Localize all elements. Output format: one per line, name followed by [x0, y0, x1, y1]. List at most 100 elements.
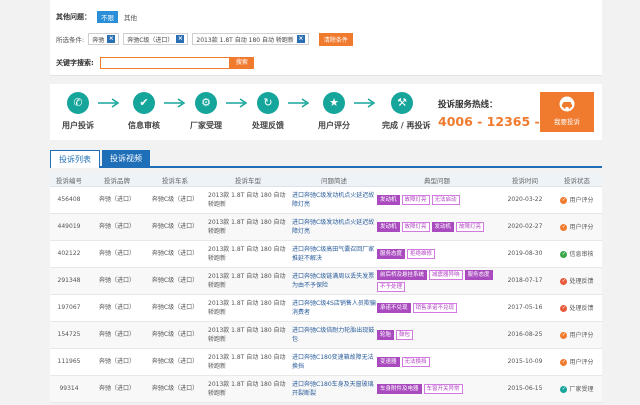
brand-cell: 奔驰（进口）: [88, 186, 146, 214]
complaint-id: 99314: [50, 375, 88, 403]
arrow-icon: [226, 98, 248, 108]
model-cell: 2013款 1.8T 自动 180 自动 轿跑新: [204, 348, 292, 376]
table-header-row: 投诉编号 投诉品牌 投诉车系 投诉车型 问题简述 典型问题 投诉时间 投诉状态: [50, 174, 602, 187]
step-manufacturer-accept: ⚙ 厂家受理: [186, 92, 226, 131]
typical-problems-cell: 变速器 无法换挡: [376, 348, 498, 376]
col-header: 投诉编号: [50, 174, 88, 187]
brand-cell: 奔驰（进口）: [88, 213, 146, 241]
option-unlimited[interactable]: 不限: [97, 11, 118, 23]
status-badge: ✓ 用户评分: [560, 196, 594, 205]
step-info-review: ✔ 信息审核: [124, 92, 164, 131]
remove-chip-icon[interactable]: ×: [176, 35, 185, 43]
complaint-table-wrapper: 投诉编号 投诉品牌 投诉车系 投诉车型 问题简述 典型问题 投诉时间 投诉状态 …: [50, 174, 602, 403]
status-icon: ✓: [560, 196, 568, 204]
typical-problems-cell: 发动机 故障灯亮 无法启动: [376, 186, 498, 214]
table-row[interactable]: 402122 奔驰（进口） 奔驰C级（进口） 2013款 1.8T 自动 180 自动…: [50, 240, 602, 268]
problem-tag: 减震器异响: [429, 269, 463, 280]
col-header: 投诉车系: [146, 174, 204, 187]
complaint-id: 197067: [50, 294, 88, 322]
complaint-date: 2019-08-30: [498, 240, 552, 268]
model-cell: 2013款 1.8T 自动 180 自动 轿跑新: [204, 375, 292, 403]
complaint-date: 2018-07-17: [498, 267, 552, 295]
table-row[interactable]: 456408 奔驰（进口） 奔驰C级（进口） 2013款 1.8T 自动 180 自动…: [50, 186, 602, 214]
brand-cell: 奔驰（进口）: [88, 267, 146, 295]
keyword-search-row: 关键字搜索: 搜索: [56, 56, 254, 70]
status-cell: ✓ 用户评分: [552, 348, 602, 376]
status-badge: ✓ 用户评分: [560, 331, 594, 340]
col-header: 问题简述: [292, 174, 376, 187]
step-complete-recomplain: ⚒ 完成 / 再投诉: [382, 92, 431, 131]
problem-tag: 无法启动: [431, 194, 460, 205]
status-badge: ✓ 厂家受理: [560, 385, 594, 394]
step-label: 厂家受理: [190, 121, 222, 130]
arrow-icon: [288, 98, 310, 108]
model-cell: 2013款 1.8T 自动 180 自动 轿跑新: [204, 267, 292, 295]
keyword-input[interactable]: [99, 57, 230, 69]
complain-button[interactable]: 我要投诉: [540, 92, 594, 132]
status-icon: ✓: [560, 250, 568, 258]
table-row[interactable]: 111965 奔驰（进口） 奔驰C级（进口） 2013款 1.8T 自动 180 自动…: [50, 348, 602, 376]
option-other[interactable]: 其他: [124, 12, 137, 22]
status-label: 用户评分: [569, 196, 594, 204]
table-row[interactable]: 449019 奔驰（进口） 奔驰C级（进口） 2013款 1.8T 自动 180 自动…: [50, 213, 602, 241]
summary-link[interactable]: 进口奔驰C级倍耐力轮胎出现鼓包: [292, 321, 376, 349]
hotline-label: 投诉服务热线：: [438, 100, 498, 110]
complaint-date: 2017-05-16: [498, 294, 552, 322]
complaint-date: 2016-08-25: [498, 321, 552, 349]
step-label: 用户投诉: [62, 121, 94, 130]
status-badge: ✓ 用户评分: [560, 358, 594, 367]
problem-tag: 故障灯亮: [401, 194, 430, 205]
series-cell: 奔驰C级（进口）: [146, 348, 204, 376]
keyword-search-label: 关键字搜索:: [56, 59, 94, 67]
selected-conditions-label: 所选条件:: [56, 36, 85, 44]
brand-cell: 奔驰（进口）: [88, 294, 146, 322]
summary-link[interactable]: 进口奔驰C级4S店销售人员欺骗消费者: [292, 294, 376, 322]
col-header: 典型问题: [376, 174, 498, 187]
search-button[interactable]: 搜索: [229, 57, 254, 69]
summary-link[interactable]: 进口奔驰C180车身及天窗玻璃开裂断裂: [292, 375, 376, 403]
table-row[interactable]: 291348 奔驰（进口） 奔驰C级（进口） 2013款 1.8T 自动 180 自动…: [50, 267, 602, 295]
problem-tag: 变速器: [377, 356, 400, 367]
status-label: 用户评分: [569, 358, 594, 366]
star-icon: ★: [323, 92, 345, 114]
col-header: 投诉车型: [204, 174, 292, 187]
typical-problems-cell: 前后桥及悬挂系统 减震器异响 服务态度不予处理: [376, 267, 498, 295]
condition-chip-series: 奔驰C级（进口） ×: [123, 33, 189, 45]
typical-problems-cell: 轮胎 鼓包: [376, 321, 498, 349]
status-cell: ✓ 用户评分: [552, 213, 602, 241]
clear-conditions-button[interactable]: 清除条件: [318, 32, 353, 46]
complaint-id: 456408: [50, 186, 88, 214]
status-cell: ✓ 厂家受理: [552, 375, 602, 403]
table-row[interactable]: 154725 奔驰（进口） 奔驰C级（进口） 2013款 1.8T 自动 180 自动…: [50, 321, 602, 349]
problem-tag: 服务态度: [377, 248, 406, 259]
condition-chip-brand: 奔驰 ×: [88, 33, 120, 45]
summary-link[interactable]: 进口奔驰C级发动机点火延迟故障灯亮: [292, 186, 376, 214]
step-label: 完成 / 再投诉: [382, 121, 431, 130]
problem-tag: 故障灯亮: [401, 221, 430, 232]
typical-problems-cell: 车身附件及电器 车窗开关异常: [376, 375, 498, 403]
complain-button-label: 我要投诉: [554, 118, 580, 126]
tab-complaint-list[interactable]: 投诉列表: [50, 150, 100, 168]
complaint-process-banner: ✆ 用户投诉 ✔ 信息审核 ⚙ 厂家受理 ↻ 处理反馈 ★ 用户评分 ⚒ 完成 …: [50, 84, 602, 140]
table-row[interactable]: 197067 奔驰（进口） 奔驰C级（进口） 2013款 1.8T 自动 180 自动…: [50, 294, 602, 322]
summary-link[interactable]: 进口奔驰C级链满周以丢失发票为由不予保险: [292, 267, 376, 295]
remove-chip-icon[interactable]: ×: [296, 35, 305, 43]
other-issue-row: 其他问题： 不限 其他: [56, 10, 137, 24]
tab-complaint-video[interactable]: 投诉视频: [102, 150, 150, 168]
summary-link[interactable]: 进口奔驰C级高田气囊召回厂家推延不解决: [292, 240, 376, 268]
step-label: 处理反馈: [252, 121, 284, 130]
model-cell: 2013款 1.8T 自动 180 自动 轿跑新: [204, 240, 292, 268]
complaint-date: 2020-02-27: [498, 213, 552, 241]
complaint-id: 449019: [50, 213, 88, 241]
problem-tag: 拒绝维修: [407, 248, 436, 259]
problem-tag: 无法换挡: [401, 356, 430, 367]
series-cell: 奔驰C级（进口）: [146, 267, 204, 295]
summary-link[interactable]: 进口奔驰C180变速箱故障无法换挡: [292, 348, 376, 376]
status-cell: ✓ 处理反馈: [552, 267, 602, 295]
summary-link[interactable]: 进口奔驰C级发动机点火延迟故障灯亮: [292, 213, 376, 241]
table-row[interactable]: 99314 奔驰（进口） 奔驰C级（进口） 2013款 1.8T 自动 180 自动 …: [50, 375, 602, 403]
series-cell: 奔驰C级（进口）: [146, 375, 204, 403]
remove-chip-icon[interactable]: ×: [107, 35, 116, 43]
problem-tag: 承诺不兑现: [377, 302, 411, 313]
brand-cell: 奔驰（进口）: [88, 375, 146, 403]
